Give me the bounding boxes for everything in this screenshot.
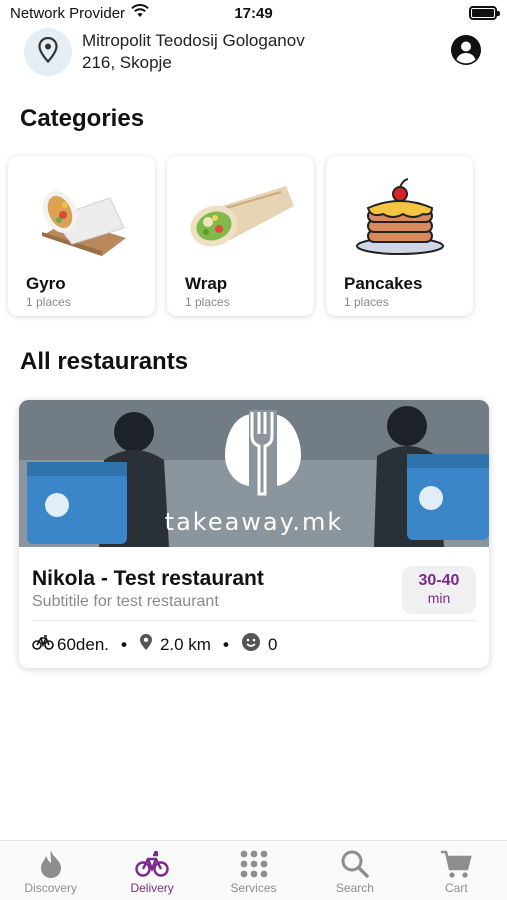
category-name: Gyro [26, 274, 66, 293]
eta-range: 30-40 [418, 572, 460, 589]
delivery-time-badge: 30-40 min [402, 566, 476, 614]
smiley-icon [241, 632, 261, 657]
category-card-wrap[interactable]: Wrap 1 places [167, 156, 314, 316]
separator-dot: • [121, 634, 127, 654]
distance: 2.0 km [159, 634, 211, 654]
separator-dot: • [222, 634, 229, 654]
delivery-address[interactable]: Mitropolit Teodosij Gologanov 216, Skopj… [82, 30, 305, 74]
restaurant-meta: 60den. • 2.0 km • 0 [32, 632, 277, 657]
tab-services[interactable]: Services [203, 841, 304, 900]
divider [32, 620, 476, 621]
category-name: Wrap [185, 274, 228, 293]
rating: 0 [267, 634, 278, 654]
wrap-image [167, 168, 314, 268]
banner-logo-text: takeaway.mk [164, 508, 344, 536]
restaurants-title: All restaurants [20, 348, 189, 375]
grid-icon [239, 847, 269, 881]
tab-label: Discovery [24, 881, 78, 895]
tab-label: Search [335, 881, 374, 895]
location-button[interactable] [24, 28, 72, 76]
address-line2: 216, Skopje [82, 53, 172, 72]
tab-label: Delivery [130, 881, 174, 895]
battery-icon [469, 6, 500, 20]
status-bar: Network Provider 17:49 [0, 0, 507, 26]
flame-icon [39, 847, 63, 881]
tab-cart[interactable]: Cart [406, 841, 507, 900]
restaurant-card[interactable]: takeaway.mk Nikola - Test restaurant Sub… [19, 400, 489, 668]
eta-unit: min [427, 590, 451, 606]
categories-title: Categories [20, 105, 145, 132]
location-pin-icon [139, 633, 153, 656]
delivery-fee: 60den. [57, 634, 109, 654]
location-pin-icon [38, 36, 58, 68]
tab-delivery[interactable]: Delivery [101, 841, 202, 900]
address-line1: Mitropolit Teodosij Gologanov [82, 31, 305, 50]
cart-icon [440, 847, 472, 881]
category-count: 1 places [344, 295, 389, 309]
restaurant-banner: takeaway.mk [19, 400, 489, 547]
category-count: 1 places [26, 295, 71, 309]
category-count: 1 places [185, 295, 230, 309]
address-header: Mitropolit Teodosij Gologanov 216, Skopj… [0, 26, 507, 78]
carrier-label: Network Provider [10, 4, 126, 22]
category-card-gyro[interactable]: Gyro 1 places [8, 156, 155, 316]
restaurant-name: Nikola - Test restaurant [32, 567, 264, 590]
category-card-pancakes[interactable]: Pancakes 1 places [326, 156, 473, 316]
category-name: Pancakes [344, 274, 423, 293]
tab-label: Services [230, 881, 277, 895]
wifi-icon [131, 4, 149, 22]
user-account-icon [450, 34, 482, 71]
search-icon [340, 847, 370, 881]
gyro-image [8, 168, 155, 268]
pancakes-image [326, 168, 473, 268]
bicycle-icon [135, 847, 169, 881]
bottom-tab-bar: Discovery Delivery Services Search Cart [0, 840, 507, 900]
tab-search[interactable]: Search [304, 841, 405, 900]
category-list: Gyro 1 places Wrap 1 places Pancakes 1 p… [8, 156, 473, 316]
restaurant-subtitle: Subtitile for test restaurant [32, 593, 219, 610]
tab-discovery[interactable]: Discovery [0, 841, 101, 900]
account-button[interactable] [449, 34, 483, 71]
tab-label: Cart [444, 881, 468, 895]
bicycle-icon [32, 634, 54, 655]
